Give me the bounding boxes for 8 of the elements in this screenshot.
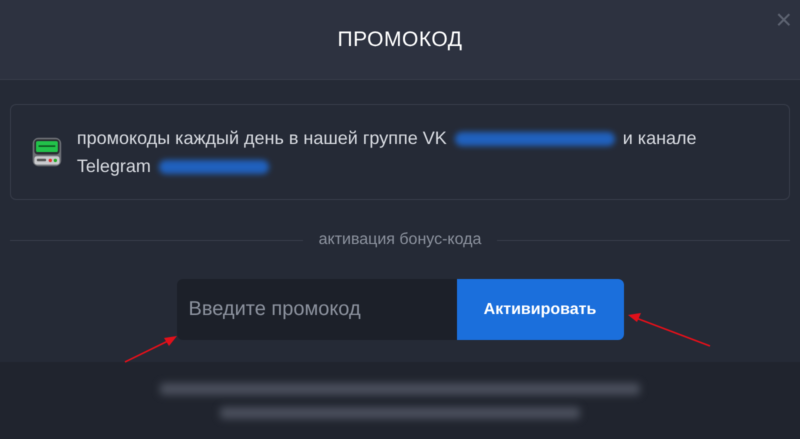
dialog-title: ПРОМОКОД	[337, 26, 463, 53]
redacted-link[interactable]	[158, 160, 269, 174]
annotation-arrow	[124, 336, 177, 363]
redacted-link[interactable]	[454, 132, 615, 146]
activate-button[interactable]: Активировать	[456, 279, 624, 340]
promo-message: промокоды каждый день в нашей группе VK и канале Telegram	[76, 127, 698, 178]
promo-input-field[interactable]: Введите промокод	[176, 279, 456, 340]
section-label: активация бонус-кода	[318, 230, 482, 250]
